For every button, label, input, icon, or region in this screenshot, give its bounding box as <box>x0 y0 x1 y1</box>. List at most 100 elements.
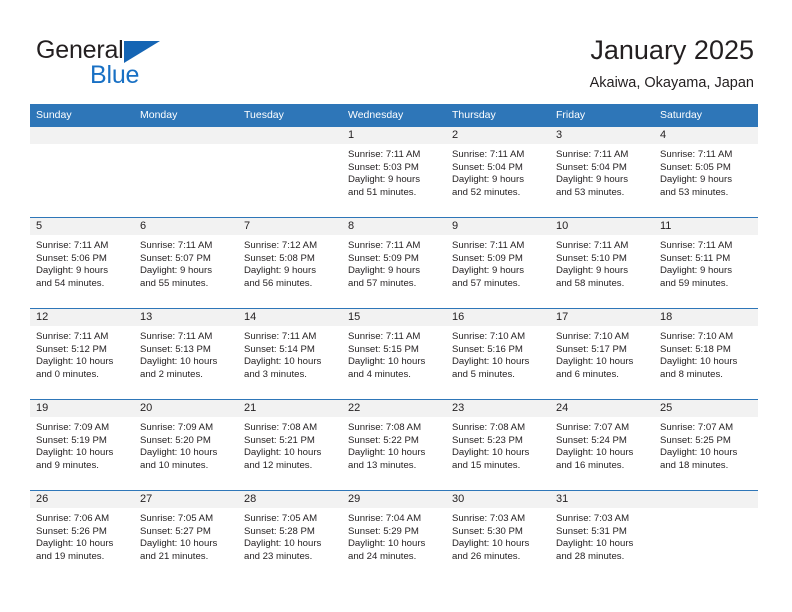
day-number: 25 <box>654 400 758 417</box>
calendar-table: Sunday Monday Tuesday Wednesday Thursday Frid… <box>30 104 758 581</box>
day-info-line: Sunset: 5:20 PM <box>140 434 211 446</box>
calendar-day-cell[interactable]: 26 Sunrise: 7:06 AM Sunset: 5:26 PM Dayligh… <box>30 490 134 581</box>
day-sun-info: Sunrise: 7:11 AM Sunset: 5:04 PM Daylight:… <box>446 144 550 199</box>
calendar-day-cell[interactable]: 16 Sunrise: 7:10 AM Sunset: 5:16 PM Dayligh… <box>446 308 550 400</box>
weekday-header-wednesday: Wednesday <box>342 104 446 127</box>
calendar-day-cell[interactable]: 19 Sunrise: 7:09 AM Sunset: 5:19 PM Dayligh… <box>30 399 134 491</box>
calendar-week-row: 1 Sunrise: 7:11 AM Sunset: 5:03 PM Daylight… <box>30 127 758 218</box>
day-info-line: Sunset: 5:14 PM <box>244 343 315 355</box>
day-info-line: Sunrise: 7:09 AM <box>140 422 214 433</box>
day-sun-info <box>134 144 238 149</box>
day-info-line: Sunset: 5:16 PM <box>452 343 523 355</box>
calendar-day-cell[interactable]: 1 Sunrise: 7:11 AM Sunset: 5:03 PM Daylight… <box>342 127 446 218</box>
day-info-line: Sunrise: 7:04 AM <box>348 513 422 524</box>
calendar-day-cell[interactable]: 3 Sunrise: 7:11 AM Sunset: 5:04 PM Daylight… <box>550 127 654 218</box>
calendar-day-cell[interactable]: 9 Sunrise: 7:11 AM Sunset: 5:09 PM Daylight… <box>446 217 550 309</box>
day-info-line: and 13 minutes. <box>348 459 417 471</box>
day-info-line: Sunrise: 7:07 AM <box>660 422 734 433</box>
day-number: 14 <box>238 309 342 326</box>
calendar-day-cell[interactable]: 11 Sunrise: 7:11 AM Sunset: 5:11 PM Dayligh… <box>654 217 758 309</box>
day-number: 11 <box>654 218 758 235</box>
day-info-line: and 12 minutes. <box>244 459 313 471</box>
calendar-day-cell[interactable]: 13 Sunrise: 7:11 AM Sunset: 5:13 PM Dayligh… <box>134 308 238 400</box>
day-sun-info: Sunrise: 7:05 AM Sunset: 5:27 PM Daylight:… <box>134 508 238 563</box>
day-info-line: Daylight: 9 hours <box>660 265 732 277</box>
day-cell-inner: 24 Sunrise: 7:07 AM Sunset: 5:24 PM Dayligh… <box>550 400 654 490</box>
calendar-week-row: 26 Sunrise: 7:06 AM Sunset: 5:26 PM Dayligh… <box>30 490 758 581</box>
day-number: 2 <box>446 127 550 144</box>
general-blue-logo[interactable]: General Blue <box>36 36 236 89</box>
day-number: 8 <box>342 218 446 235</box>
day-cell-inner <box>654 491 758 581</box>
calendar-day-cell[interactable]: 21 Sunrise: 7:08 AM Sunset: 5:21 PM Dayligh… <box>238 399 342 491</box>
day-cell-inner <box>134 127 238 217</box>
day-info-line: Daylight: 9 hours <box>36 265 108 277</box>
day-cell-inner: 1 Sunrise: 7:11 AM Sunset: 5:03 PM Daylight… <box>342 127 446 217</box>
day-info-line: Sunrise: 7:11 AM <box>556 240 629 251</box>
day-info-line: Daylight: 10 hours <box>36 356 114 368</box>
day-number: 31 <box>550 491 654 508</box>
day-info-line: and 55 minutes. <box>140 277 209 289</box>
calendar-day-cell[interactable]: 22 Sunrise: 7:08 AM Sunset: 5:22 PM Dayligh… <box>342 399 446 491</box>
day-info-line: Sunset: 5:31 PM <box>556 525 627 537</box>
day-info-line: Daylight: 10 hours <box>660 447 738 459</box>
day-cell-inner: 26 Sunrise: 7:06 AM Sunset: 5:26 PM Dayligh… <box>30 491 134 581</box>
day-number <box>30 127 134 144</box>
day-info-line: Daylight: 10 hours <box>140 447 218 459</box>
calendar-day-cell[interactable]: 28 Sunrise: 7:05 AM Sunset: 5:28 PM Dayligh… <box>238 490 342 581</box>
calendar-page: General Blue January 2025 Akaiwa, Okayam… <box>0 0 792 612</box>
day-sun-info: Sunrise: 7:09 AM Sunset: 5:19 PM Daylight:… <box>30 417 134 472</box>
weekday-header-row: Sunday Monday Tuesday Wednesday Thursday Frid… <box>30 104 758 127</box>
day-info-line: and 15 minutes. <box>452 459 521 471</box>
calendar-day-cell[interactable]: 12 Sunrise: 7:11 AM Sunset: 5:12 PM Dayligh… <box>30 308 134 400</box>
day-info-line: Sunset: 5:27 PM <box>140 525 211 537</box>
day-info-line: Sunset: 5:15 PM <box>348 343 419 355</box>
day-info-line: Sunset: 5:09 PM <box>348 252 419 264</box>
weekday-header-thursday: Thursday <box>446 104 550 127</box>
calendar-day-cell[interactable]: 14 Sunrise: 7:11 AM Sunset: 5:14 PM Dayligh… <box>238 308 342 400</box>
calendar-day-cell[interactable]: 23 Sunrise: 7:08 AM Sunset: 5:23 PM Dayligh… <box>446 399 550 491</box>
day-cell-inner: 21 Sunrise: 7:08 AM Sunset: 5:21 PM Dayligh… <box>238 400 342 490</box>
day-info-line: Sunrise: 7:11 AM <box>660 149 733 160</box>
calendar-day-cell[interactable]: 10 Sunrise: 7:11 AM Sunset: 5:10 PM Dayligh… <box>550 217 654 309</box>
calendar-day-cell[interactable]: 8 Sunrise: 7:11 AM Sunset: 5:09 PM Daylight… <box>342 217 446 309</box>
day-number: 17 <box>550 309 654 326</box>
day-info-line: Sunrise: 7:11 AM <box>36 331 109 342</box>
day-info-line: Daylight: 10 hours <box>244 356 322 368</box>
calendar-day-cell[interactable]: 2 Sunrise: 7:11 AM Sunset: 5:04 PM Daylight… <box>446 127 550 218</box>
day-info-line: and 18 minutes. <box>660 459 729 471</box>
calendar-day-cell[interactable]: 18 Sunrise: 7:10 AM Sunset: 5:18 PM Dayligh… <box>654 308 758 400</box>
calendar-day-cell[interactable]: 5 Sunrise: 7:11 AM Sunset: 5:06 PM Daylight… <box>30 217 134 309</box>
day-cell-inner: 7 Sunrise: 7:12 AM Sunset: 5:08 PM Daylight… <box>238 218 342 308</box>
calendar-day-cell[interactable]: 29 Sunrise: 7:04 AM Sunset: 5:29 PM Dayligh… <box>342 490 446 581</box>
day-info-line: and 57 minutes. <box>452 277 521 289</box>
day-info-line: Sunrise: 7:11 AM <box>36 240 109 251</box>
day-info-line: Sunset: 5:28 PM <box>244 525 315 537</box>
day-number: 15 <box>342 309 446 326</box>
day-info-line: Sunset: 5:05 PM <box>660 161 731 173</box>
day-sun-info: Sunrise: 7:11 AM Sunset: 5:15 PM Daylight:… <box>342 326 446 381</box>
day-cell-inner: 23 Sunrise: 7:08 AM Sunset: 5:23 PM Dayligh… <box>446 400 550 490</box>
calendar-day-cell[interactable]: 4 Sunrise: 7:11 AM Sunset: 5:05 PM Daylight… <box>654 127 758 218</box>
calendar-day-cell[interactable]: 27 Sunrise: 7:05 AM Sunset: 5:27 PM Dayligh… <box>134 490 238 581</box>
day-info-line: Daylight: 10 hours <box>348 447 426 459</box>
day-sun-info: Sunrise: 7:11 AM Sunset: 5:11 PM Daylight:… <box>654 235 758 290</box>
day-sun-info: Sunrise: 7:07 AM Sunset: 5:25 PM Daylight:… <box>654 417 758 472</box>
day-info-line: and 56 minutes. <box>244 277 313 289</box>
day-info-line: Sunrise: 7:11 AM <box>556 149 629 160</box>
calendar-day-cell[interactable]: 30 Sunrise: 7:03 AM Sunset: 5:30 PM Dayligh… <box>446 490 550 581</box>
calendar-day-cell[interactable]: 17 Sunrise: 7:10 AM Sunset: 5:17 PM Dayligh… <box>550 308 654 400</box>
day-sun-info: Sunrise: 7:03 AM Sunset: 5:30 PM Daylight:… <box>446 508 550 563</box>
day-info-line: Daylight: 10 hours <box>36 538 114 550</box>
calendar-day-cell-empty <box>238 127 342 218</box>
calendar-day-cell[interactable]: 24 Sunrise: 7:07 AM Sunset: 5:24 PM Dayligh… <box>550 399 654 491</box>
calendar-day-cell[interactable]: 31 Sunrise: 7:03 AM Sunset: 5:31 PM Dayligh… <box>550 490 654 581</box>
calendar-day-cell[interactable]: 25 Sunrise: 7:07 AM Sunset: 5:25 PM Dayligh… <box>654 399 758 491</box>
day-sun-info: Sunrise: 7:11 AM Sunset: 5:14 PM Daylight:… <box>238 326 342 381</box>
calendar-day-cell[interactable]: 20 Sunrise: 7:09 AM Sunset: 5:20 PM Dayligh… <box>134 399 238 491</box>
calendar-day-cell[interactable]: 6 Sunrise: 7:11 AM Sunset: 5:07 PM Daylight… <box>134 217 238 309</box>
calendar-day-cell[interactable]: 7 Sunrise: 7:12 AM Sunset: 5:08 PM Daylight… <box>238 217 342 309</box>
calendar-day-cell[interactable]: 15 Sunrise: 7:11 AM Sunset: 5:15 PM Dayligh… <box>342 308 446 400</box>
day-cell-inner: 19 Sunrise: 7:09 AM Sunset: 5:19 PM Dayligh… <box>30 400 134 490</box>
day-sun-info: Sunrise: 7:10 AM Sunset: 5:17 PM Daylight:… <box>550 326 654 381</box>
